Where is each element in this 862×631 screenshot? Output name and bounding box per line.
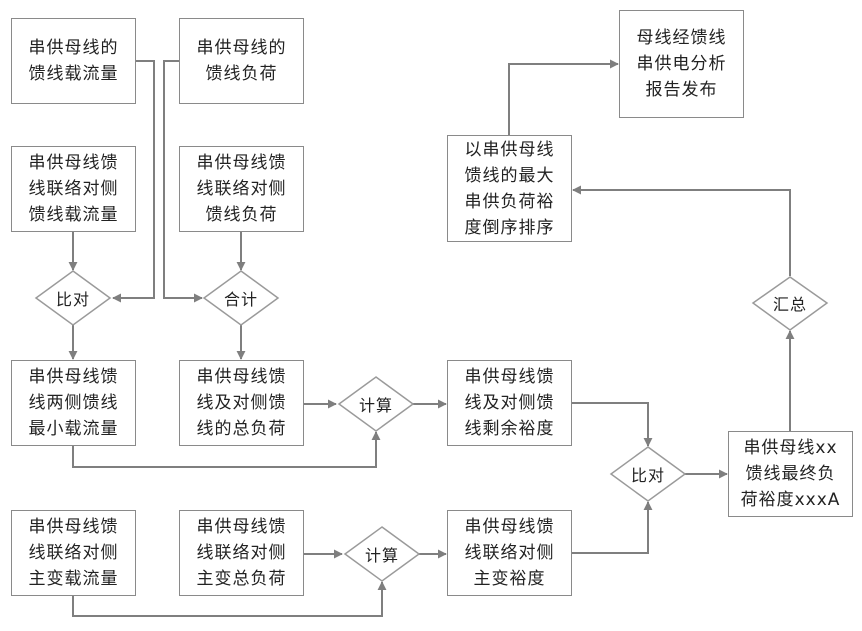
box-tie-feeder-capacity: 串供母线馈 线联络对侧 馈线载流量 [11, 146, 136, 232]
box-total-load-text: 串供母线馈 线及对侧馈 线的总负荷 [196, 367, 287, 439]
box-final-margin: 串供母线xx 馈线最终负 荷裕度xxxA [728, 431, 853, 517]
box-report-publish: 母线经馈线 串供电分析 报告发布 [619, 10, 744, 118]
box-transformer-total-load: 串供母线馈 线联络对侧 主变总负荷 [179, 510, 304, 596]
box-report-publish-text: 母线经馈线 串供电分析 报告发布 [636, 28, 727, 100]
box-transformer-total-load-text: 串供母线馈 线联络对侧 主变总负荷 [196, 517, 287, 589]
decision-label-compare-right: 比对 [630, 466, 666, 485]
connector-c4-to-compare [572, 501, 653, 554]
box-feeder-capacity: 串供母线的 馈线载流量 [11, 18, 136, 104]
decision-label-compare-left: 比对 [55, 290, 91, 309]
connector-summary-to-c1 [572, 185, 791, 276]
box-total-load: 串供母线馈 线及对侧馈 线的总负荷 [179, 360, 304, 446]
decision-label-calc-mid: 计算 [358, 396, 394, 415]
box-min-capacity: 串供母线馈 线两侧馈线 最小载流量 [11, 360, 136, 446]
box-min-capacity-text: 串供母线馈 线两侧馈线 最小载流量 [28, 367, 119, 439]
box-transformer-margin-text: 串供母线馈 线联络对侧 主变裕度 [464, 517, 555, 589]
box-remaining-margin: 串供母线馈 线及对侧馈 线剩余裕度 [447, 360, 572, 446]
box-sort-descending-text: 以串供母线 馈线的最大 串供负荷裕 度倒序排序 [464, 139, 555, 238]
box-transformer-capacity-text: 串供母线馈 线联络对侧 主变载流量 [28, 517, 119, 589]
connector-c1-to-e [508, 59, 619, 135]
box-sort-descending: 以串供母线 馈线的最大 串供负荷裕 度倒序排序 [447, 135, 572, 242]
box-feeder-load-text: 串供母线的 馈线负荷 [196, 38, 287, 84]
decision-label-sum: 合计 [223, 290, 259, 309]
box-feeder-load: 串供母线的 馈线负荷 [179, 18, 304, 104]
decision-label-calc-bottom: 计算 [364, 546, 400, 565]
box-remaining-margin-text: 串供母线馈 线及对侧馈 线剩余裕度 [464, 367, 555, 439]
box-tie-feeder-capacity-text: 串供母线馈 线联络对侧 馈线载流量 [28, 153, 119, 225]
box-final-margin-text: 串供母线xx 馈线最终负 荷裕度xxxA [740, 438, 841, 510]
box-tie-feeder-load-text: 串供母线馈 线联络对侧 馈线负荷 [196, 153, 287, 225]
connector-c3-to-compare [572, 402, 653, 447]
box-feeder-capacity-text: 串供母线的 馈线载流量 [28, 38, 119, 84]
box-transformer-capacity: 串供母线馈 线联络对侧 主变载流量 [11, 510, 136, 596]
box-transformer-margin: 串供母线馈 线联络对侧 主变裕度 [447, 510, 572, 596]
box-tie-feeder-load: 串供母线馈 线联络对侧 馈线负荷 [179, 146, 304, 232]
decision-label-summary: 汇总 [772, 295, 808, 314]
